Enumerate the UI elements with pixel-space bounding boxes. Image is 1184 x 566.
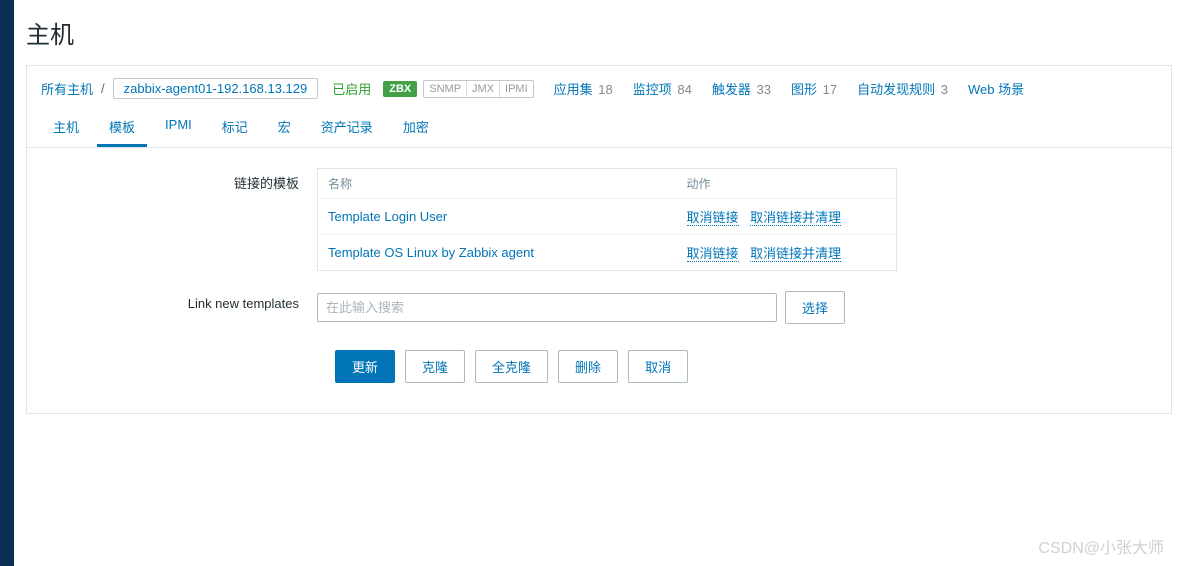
form-section: 链接的模板 名称 动作 Template Login User: [27, 148, 1171, 413]
breadcrumb-host-select[interactable]: zabbix-agent01-192.168.13.129: [113, 78, 319, 99]
stat-applications-count: 18: [598, 82, 612, 97]
stat-triggers-count: 33: [757, 82, 771, 97]
tab-encryption[interactable]: 加密: [391, 109, 441, 147]
page-title: 主机: [14, 0, 1184, 65]
update-button[interactable]: 更新: [335, 350, 395, 383]
link-new-templates-row: Link new templates 选择: [47, 291, 1151, 324]
ipmi-badge: IPMI: [500, 81, 533, 97]
linked-templates-label: 链接的模板: [47, 168, 317, 192]
stat-graphs-label: 图形: [791, 82, 817, 97]
stat-items-count: 84: [677, 82, 691, 97]
tab-inventory[interactable]: 资产记录: [309, 109, 385, 147]
table-row: Template Login User 取消链接 取消链接并清理: [318, 199, 897, 235]
breadcrumb-separator: /: [101, 81, 105, 96]
stat-triggers-label: 触发器: [712, 82, 751, 97]
cancel-button[interactable]: 取消: [628, 350, 688, 383]
content-box: 所有主机 / zabbix-agent01-192.168.13.129 已启用…: [26, 65, 1172, 414]
full-clone-button[interactable]: 全克隆: [475, 350, 548, 383]
tab-macros[interactable]: 宏: [266, 109, 303, 147]
availability-badges: SNMP JMX IPMI: [423, 80, 533, 98]
tabs: 主机 模板 IPMI 标记 宏 资产记录 加密: [27, 109, 1171, 148]
link-new-templates-field: 选择: [317, 291, 1151, 324]
th-name: 名称: [318, 169, 677, 199]
jmx-badge: JMX: [467, 81, 500, 97]
breadcrumb-bar: 所有主机 / zabbix-agent01-192.168.13.129 已启用…: [27, 66, 1171, 109]
watermark: CSDN@小张大师: [1038, 534, 1164, 558]
templates-table: 名称 动作 Template Login User 取消链接 取消链接并清理: [317, 168, 897, 271]
main-content: 主机 所有主机 / zabbix-agent01-192.168.13.129 …: [14, 0, 1184, 414]
th-action: 动作: [677, 169, 897, 199]
stat-applications-label: 应用集: [554, 82, 593, 97]
template-search-input[interactable]: [317, 293, 777, 322]
unlink-link[interactable]: 取消链接: [687, 210, 739, 226]
select-button[interactable]: 选择: [785, 291, 845, 324]
sidebar: [0, 0, 14, 566]
stat-graphs[interactable]: 图形 17: [791, 79, 837, 98]
template-link[interactable]: Template Login User: [328, 209, 447, 224]
tab-tags[interactable]: 标记: [210, 109, 260, 147]
table-row: Template OS Linux by Zabbix agent 取消链接 取…: [318, 235, 897, 271]
unlink-link[interactable]: 取消链接: [687, 246, 739, 262]
form-buttons: 更新 克隆 全克隆 删除 取消: [335, 344, 1151, 383]
unlink-clear-link[interactable]: 取消链接并清理: [750, 246, 841, 262]
tab-host[interactable]: 主机: [41, 109, 91, 147]
stat-web-label: Web 场景: [968, 82, 1024, 97]
snmp-badge: SNMP: [424, 81, 467, 97]
stat-applications[interactable]: 应用集 18: [554, 79, 613, 98]
stat-discovery[interactable]: 自动发现规则 3: [857, 79, 948, 98]
linked-templates-field: 名称 动作 Template Login User 取消链接 取消链接并清理: [317, 168, 1151, 271]
clone-button[interactable]: 克隆: [405, 350, 465, 383]
stat-web[interactable]: Web 场景: [968, 79, 1026, 98]
tab-ipmi[interactable]: IPMI: [153, 109, 204, 147]
zbx-badge: ZBX: [383, 81, 417, 97]
stat-items[interactable]: 监控项 84: [633, 79, 692, 98]
stat-discovery-label: 自动发现规则: [857, 82, 935, 97]
delete-button[interactable]: 删除: [558, 350, 618, 383]
linked-templates-row: 链接的模板 名称 动作 Template Login User: [47, 168, 1151, 271]
template-link[interactable]: Template OS Linux by Zabbix agent: [328, 245, 534, 260]
stat-items-label: 监控项: [633, 82, 672, 97]
stat-graphs-count: 17: [823, 82, 837, 97]
tab-templates[interactable]: 模板: [97, 109, 147, 147]
unlink-clear-link[interactable]: 取消链接并清理: [750, 210, 841, 226]
stat-discovery-count: 3: [941, 82, 948, 97]
status-enabled: 已启用: [332, 79, 371, 98]
stat-triggers[interactable]: 触发器 33: [712, 79, 771, 98]
breadcrumb-all-hosts[interactable]: 所有主机: [41, 79, 93, 98]
link-new-templates-label: Link new templates: [47, 291, 317, 311]
